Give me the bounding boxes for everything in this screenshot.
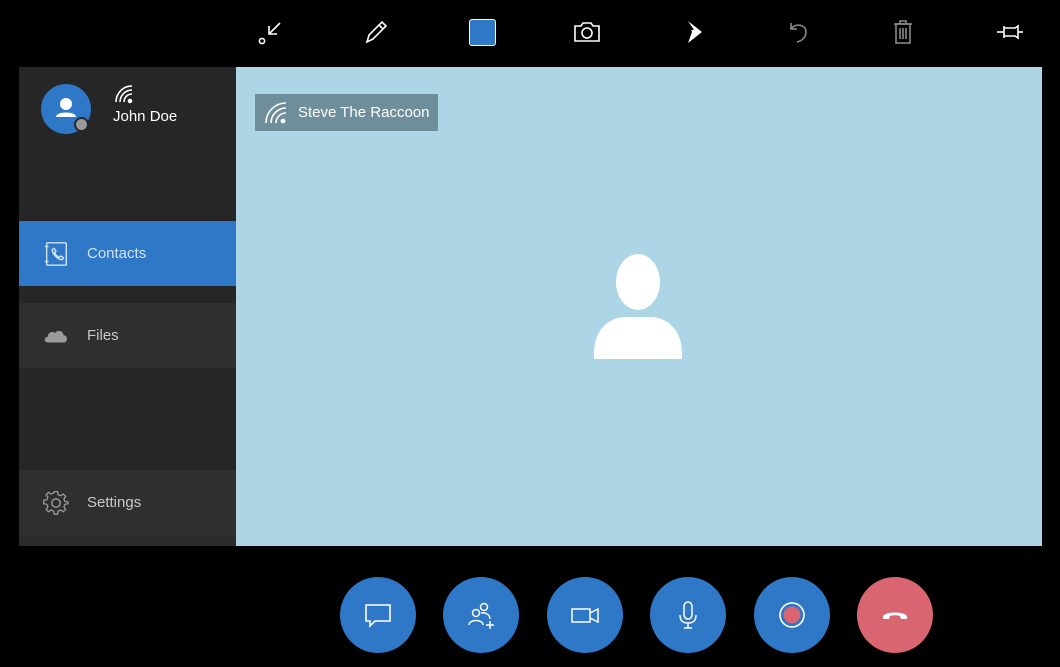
record-icon [779,602,805,628]
undo-icon[interactable] [778,12,818,52]
gear-icon [41,488,71,518]
camera-icon[interactable] [567,12,607,52]
pen-icon[interactable] [356,12,396,52]
video-camera-icon [571,607,599,624]
caller-name: Steve The Raccoon [298,104,430,121]
video-stage: Steve The Raccoon [236,67,1042,546]
sidebar-item-label: Files [87,327,119,344]
hang-up-button[interactable] [857,577,933,653]
sidebar-item-settings[interactable]: Settings [19,470,236,535]
presence-status-dot [74,117,89,132]
pin-icon[interactable] [990,12,1030,52]
minimize-tool-icon[interactable] [251,12,291,52]
add-participant-button[interactable] [443,577,519,653]
video-button[interactable] [547,577,623,653]
sidebar-item-label: Contacts [87,245,147,262]
participant-placeholder-icon [593,254,683,359]
user-name: John Doe [113,108,178,125]
color-swatch[interactable] [462,12,502,52]
profile-header: John Doe [19,67,236,187]
dynamics-icon[interactable] [673,12,713,52]
sidebar-item-contacts[interactable]: Contacts [19,221,236,286]
sidebar-item-files[interactable]: Files [19,303,236,368]
signal-icon [115,85,133,104]
sidebar: John Doe Contacts Files Settings [19,67,236,546]
chat-icon [365,604,391,628]
signal-icon [265,101,287,123]
top-toolbar [0,0,1060,66]
call-controls [0,560,1060,667]
cloud-icon [41,321,71,351]
record-button[interactable] [754,577,830,653]
add-people-icon [468,602,494,629]
sidebar-item-label: Settings [87,494,142,511]
sidebar-footer [19,535,236,546]
microphone-button[interactable] [650,577,726,653]
chat-button[interactable] [340,577,416,653]
trash-icon[interactable] [883,12,923,52]
microphone-icon [679,601,697,629]
hang-up-phone-icon [883,612,907,619]
contacts-book-icon [41,239,71,269]
caller-name-tag: Steve The Raccoon [255,94,439,131]
